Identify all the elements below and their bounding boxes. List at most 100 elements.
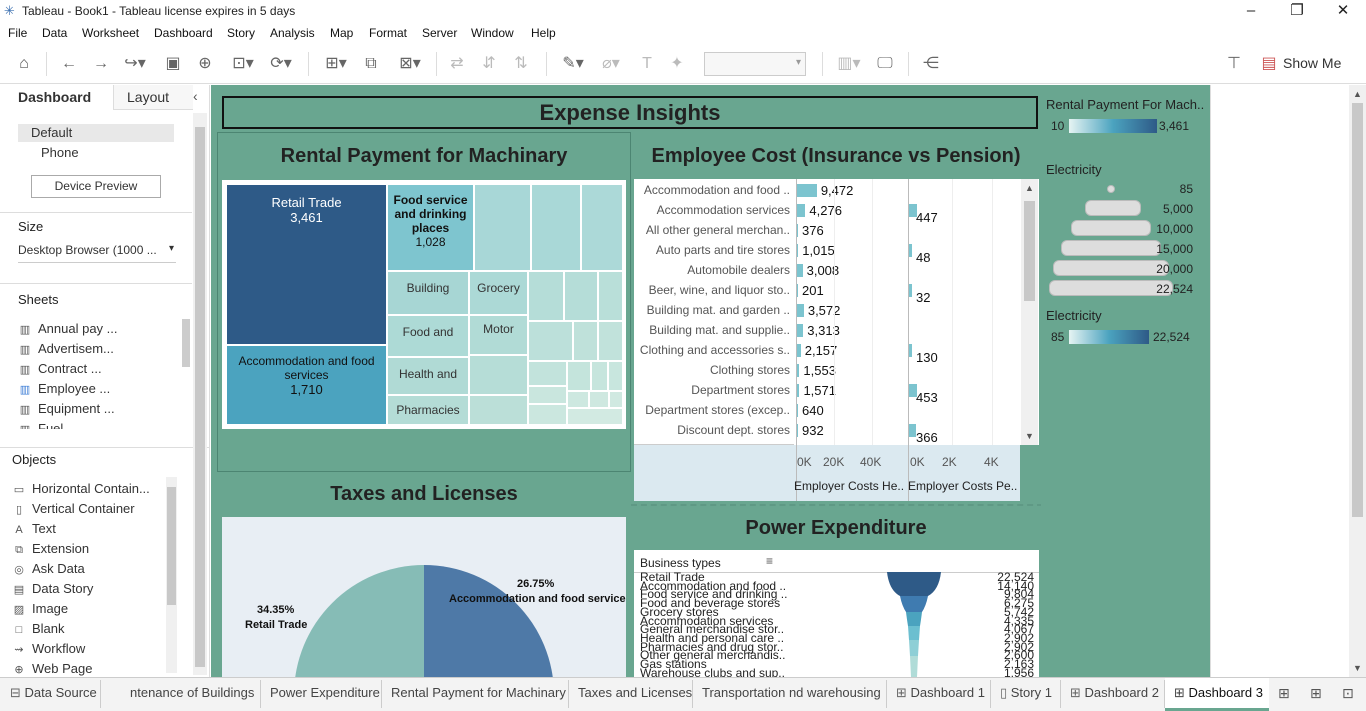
employee-chart-scrollbar[interactable]: ▲ ▼: [1021, 179, 1038, 445]
treemap-cell-building[interactable]: Building: [387, 271, 469, 315]
treemap-cell[interactable]: [564, 271, 598, 321]
minimize-button[interactable]: –: [1228, 0, 1274, 24]
object-horizontal-container[interactable]: ▭ Horizontal Contain...: [12, 481, 150, 496]
sheets-scrollbar[interactable]: [182, 319, 190, 367]
new-data-source-icon[interactable]: ⊕: [194, 54, 216, 74]
menu-analysis[interactable]: Analysis: [270, 26, 315, 40]
swap-icon[interactable]: ⇄: [446, 54, 468, 74]
tab-story-1[interactable]: ▯ Story 1: [1000, 685, 1052, 701]
treemap-cell[interactable]: [528, 404, 567, 425]
objects-scrollbar[interactable]: [166, 477, 177, 673]
clear-sheet-icon[interactable]: ⊠▾: [392, 54, 428, 74]
menu-data[interactable]: Data: [42, 26, 67, 40]
replay-icon[interactable]: ↪▾: [120, 54, 150, 74]
menu-map[interactable]: Map: [330, 26, 353, 40]
device-default[interactable]: Default: [18, 124, 174, 142]
labels-icon[interactable]: T: [636, 54, 658, 74]
tab-sheet[interactable]: Power Expenditure: [270, 685, 380, 700]
tab-sheet[interactable]: Taxes and Licenses: [578, 685, 692, 700]
redo-icon[interactable]: →: [90, 54, 112, 74]
treemap-cell-motor[interactable]: Motor: [469, 315, 528, 355]
object-image[interactable]: ▨ Image: [12, 601, 68, 616]
sheet-item[interactable]: ▥Fuel: [18, 421, 64, 429]
menu-story[interactable]: Story: [227, 26, 255, 40]
menu-server[interactable]: Server: [422, 26, 457, 40]
menu-format[interactable]: Format: [369, 26, 407, 40]
treemap-cell[interactable]: [531, 184, 581, 271]
object-ask-data[interactable]: ◎ Ask Data: [12, 561, 85, 576]
object-vertical-container[interactable]: ▯ Vertical Container: [12, 501, 135, 516]
object-extension[interactable]: ⧉ Extension: [12, 541, 89, 557]
employee-cost-chart[interactable]: Accommodation and food .. 9,472 Accommodat…: [634, 179, 1039, 445]
bar-pension[interactable]: [909, 344, 912, 357]
highlight-icon[interactable]: ✎▾: [556, 54, 590, 74]
bar-pension[interactable]: [909, 424, 916, 437]
pause-updates-icon[interactable]: ⊡▾: [226, 54, 260, 74]
object-text[interactable]: A Text: [12, 521, 56, 536]
tab-dashboard[interactable]: Dashboard: [0, 85, 113, 110]
tab-sheet[interactable]: Transportation nd warehousing: [702, 685, 881, 700]
treemap-cell[interactable]: [598, 271, 623, 321]
object-blank[interactable]: □ Blank: [12, 621, 65, 636]
show-me-button[interactable]: Show Me: [1283, 55, 1341, 71]
tab-dashboard-2[interactable]: ⊞ Dashboard 2: [1070, 685, 1159, 701]
size-legend-mark[interactable]: [1085, 200, 1141, 216]
tab-sheet[interactable]: Rental Payment for Machinary: [391, 685, 566, 700]
treemap-cell-retail-trade[interactable]: Retail Trade 3,461: [226, 184, 387, 345]
pin-icon[interactable]: ✦: [666, 54, 688, 74]
taxes-pie-chart[interactable]: 26.75% Accommodation and food services 3…: [222, 517, 626, 677]
object-workflow[interactable]: ⇝ Workflow: [12, 641, 85, 656]
treemap-cell[interactable]: [573, 321, 598, 361]
left-panel-scrollbar[interactable]: [193, 113, 207, 675]
home-icon[interactable]: ⌂: [12, 54, 36, 74]
collapse-panel-icon[interactable]: ‹: [193, 88, 198, 104]
tab-data-source[interactable]: ⊟ Data Source: [10, 685, 97, 701]
treemap-cell-pharmacies[interactable]: Pharmacies: [387, 395, 469, 425]
dashboard-title[interactable]: Expense Insights: [222, 96, 1038, 129]
tab-sheet[interactable]: ntenance of Buildings: [130, 685, 254, 700]
treemap-cell[interactable]: [598, 321, 623, 361]
treemap-cell-food-and[interactable]: Food and: [387, 315, 469, 357]
treemap-cell[interactable]: [469, 355, 528, 395]
size-dropdown[interactable]: Desktop Browser (1000 ... ▾: [18, 243, 176, 263]
treemap-cell-health[interactable]: Health and: [387, 357, 469, 395]
menu-dashboard[interactable]: Dashboard: [154, 26, 213, 40]
treemap-cell[interactable]: [591, 361, 608, 391]
share-icon[interactable]: ⋲: [920, 54, 942, 74]
fit-dropdown[interactable]: ▾: [704, 52, 806, 76]
undo-icon[interactable]: ←: [58, 54, 80, 74]
sort-descending-icon[interactable]: ⇅: [510, 54, 532, 74]
new-worksheet-icon[interactable]: ⊞▾: [318, 54, 354, 74]
format-painter-icon[interactable]: ⊤: [1222, 54, 1246, 74]
show-me-icon[interactable]: ▤: [1260, 54, 1278, 74]
treemap-cell[interactable]: [567, 361, 591, 391]
power-chart[interactable]: Business types ≡ Retail Trade 22,524 Accom…: [634, 550, 1039, 677]
treemap-cell[interactable]: [528, 386, 567, 404]
size-legend-mark[interactable]: [1071, 220, 1151, 236]
bar-pension[interactable]: [909, 244, 912, 257]
duplicate-icon[interactable]: ⧉: [360, 54, 382, 74]
treemap-cell[interactable]: [528, 271, 564, 321]
maximize-button[interactable]: ❐: [1274, 0, 1320, 24]
menu-help[interactable]: Help: [531, 26, 556, 40]
sheet-item[interactable]: ▥ Employee ...: [18, 381, 110, 396]
new-worksheet-tab-icon[interactable]: ⊞: [1278, 685, 1290, 702]
sort-icon[interactable]: ≡: [766, 554, 773, 568]
menu-worksheet[interactable]: Worksheet: [82, 26, 139, 40]
tab-dashboard-3[interactable]: ⊞ Dashboard 3: [1174, 685, 1263, 701]
treemap-chart[interactable]: Retail Trade 3,461 Accommodation and food…: [222, 180, 626, 429]
tab-layout[interactable]: Layout: [113, 85, 193, 110]
bar-pension[interactable]: [909, 284, 912, 297]
treemap-cell-grocery[interactable]: Grocery: [469, 271, 528, 315]
menu-window[interactable]: Window: [471, 26, 514, 40]
device-preview-button[interactable]: Device Preview: [31, 175, 161, 198]
sort-ascending-icon[interactable]: ⇵: [478, 54, 500, 74]
device-phone[interactable]: Phone: [41, 145, 79, 160]
treemap-cell[interactable]: [589, 391, 609, 408]
treemap-cell-food-service[interactable]: Food service and drinking places 1,028: [387, 184, 474, 271]
treemap-cell[interactable]: [567, 391, 589, 408]
treemap-cell[interactable]: [474, 184, 531, 271]
size-legend-mark[interactable]: [1107, 185, 1115, 193]
bar-insurance[interactable]: [796, 204, 806, 217]
show-cards-icon[interactable]: ▥▾: [832, 54, 866, 74]
